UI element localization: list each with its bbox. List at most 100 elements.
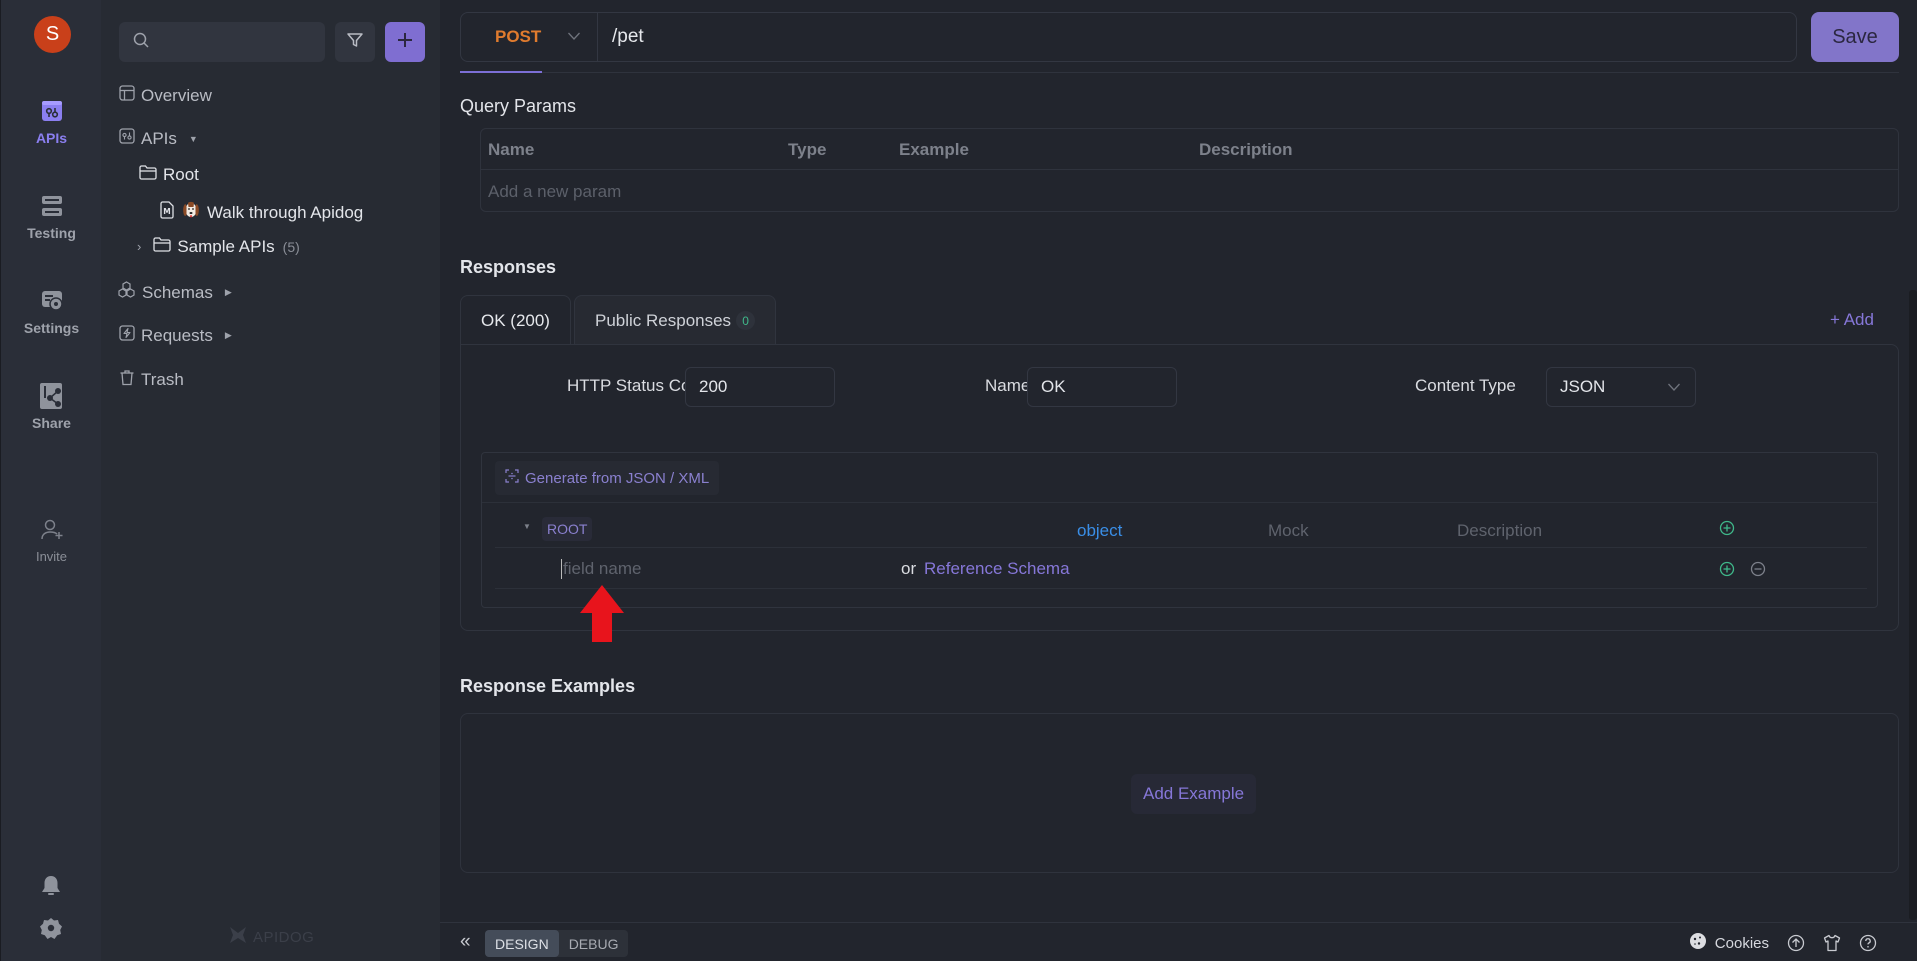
gear-icon[interactable] bbox=[39, 916, 63, 940]
content-type-select[interactable]: JSON bbox=[1546, 367, 1696, 407]
method-select[interactable]: POST bbox=[461, 13, 598, 61]
caret-down-icon[interactable]: ▼ bbox=[523, 522, 531, 531]
tree-item-sample-apis[interactable]: › Sample APIs (5) bbox=[137, 236, 300, 257]
upload-icon[interactable] bbox=[1787, 934, 1805, 952]
requests-icon bbox=[119, 325, 135, 346]
invite-user-icon bbox=[39, 517, 65, 543]
name-label: Name bbox=[985, 376, 1031, 395]
tree-item-requests[interactable]: Requests ▶ bbox=[119, 325, 232, 346]
new-item-button[interactable] bbox=[385, 22, 425, 62]
main-panel: POST Save Query Params Name Type Example… bbox=[440, 0, 1917, 961]
tree-item-apis[interactable]: APIs ▼ bbox=[119, 128, 198, 149]
field-name-input[interactable] bbox=[561, 559, 861, 579]
root-type-select[interactable]: object bbox=[1077, 521, 1122, 541]
tree-item-label: Schemas bbox=[142, 282, 213, 302]
or-label: or bbox=[901, 559, 917, 578]
caret-right-icon[interactable]: ▶ bbox=[225, 330, 232, 341]
chevron-down-icon bbox=[567, 28, 581, 46]
dog-emoji-icon bbox=[181, 200, 201, 225]
search-box[interactable] bbox=[119, 22, 327, 62]
status-right-group: Cookies bbox=[1689, 932, 1877, 954]
tree-item-label: Sample APIs bbox=[177, 236, 275, 256]
name-field[interactable] bbox=[1027, 367, 1177, 407]
settings-icon bbox=[39, 288, 65, 314]
rail-item-label: Invite bbox=[35, 549, 68, 564]
theme-shirt-icon[interactable] bbox=[1823, 934, 1841, 952]
apidog-logo-icon bbox=[227, 924, 249, 950]
folder-icon bbox=[139, 164, 157, 185]
add-child-icon[interactable] bbox=[1719, 520, 1735, 536]
column-header-name: Name bbox=[488, 140, 535, 159]
tree-item-trash[interactable]: Trash bbox=[119, 369, 184, 391]
bell-icon[interactable] bbox=[39, 874, 63, 898]
rail-item-apis[interactable]: APIs bbox=[1, 98, 102, 146]
tree-item-schemas[interactable]: Schemas ▶ bbox=[117, 281, 232, 304]
name-input[interactable] bbox=[1041, 377, 1176, 397]
rail-item-testing[interactable]: Testing bbox=[1, 193, 102, 241]
rail-item-settings[interactable]: Settings bbox=[1, 288, 102, 336]
description-field[interactable]: Description bbox=[1457, 521, 1542, 541]
folder-icon bbox=[153, 236, 171, 257]
status-code-input[interactable] bbox=[699, 377, 834, 397]
tree-item-label: Requests bbox=[141, 325, 213, 345]
tree-item-walk-through-apidog[interactable]: M Walk through Apidog bbox=[159, 200, 363, 225]
response-panel: HTTP Status Code Name Content Type JSON … bbox=[460, 344, 1899, 631]
rail-item-invite[interactable]: Invite bbox=[1, 517, 102, 564]
filter-icon bbox=[346, 31, 364, 54]
share-icon bbox=[39, 383, 65, 409]
content-type-label: Content Type bbox=[1415, 376, 1516, 395]
testing-icon bbox=[39, 193, 65, 219]
remove-field-icon[interactable] bbox=[1750, 561, 1766, 577]
column-header-description: Description bbox=[1199, 140, 1293, 159]
svg-text:M: M bbox=[163, 207, 170, 216]
tab-label: OK (200) bbox=[481, 310, 550, 330]
tree-item-label: Walk through Apidog bbox=[207, 202, 364, 222]
vertical-scrollbar[interactable] bbox=[1909, 290, 1917, 920]
rail-item-label: Settings bbox=[23, 320, 80, 336]
apis-folder-icon bbox=[119, 128, 135, 149]
generate-from-json-button[interactable]: Generate from JSON / XML bbox=[495, 461, 720, 495]
overview-icon bbox=[119, 85, 135, 106]
add-param-placeholder[interactable]: Add a new param bbox=[488, 182, 621, 202]
active-tab-indicator bbox=[460, 71, 542, 73]
mock-field[interactable]: Mock bbox=[1268, 521, 1309, 541]
api-tree-sidebar: Overview APIs ▼ Root M Walk through Apid… bbox=[101, 0, 440, 961]
brand-text: APIDOG bbox=[253, 928, 315, 946]
tree-item-overview[interactable]: Overview bbox=[119, 85, 212, 106]
mode-debug[interactable]: DEBUG bbox=[559, 930, 629, 957]
save-button[interactable]: Save bbox=[1811, 12, 1899, 62]
filter-button[interactable] bbox=[335, 22, 375, 62]
add-response-button[interactable]: + Add bbox=[1830, 310, 1874, 330]
help-icon[interactable] bbox=[1859, 934, 1877, 952]
trash-icon bbox=[119, 369, 135, 391]
user-avatar[interactable]: S bbox=[34, 16, 71, 53]
plus-icon bbox=[396, 31, 414, 54]
add-example-button[interactable]: Add Example bbox=[1131, 774, 1257, 814]
search-input[interactable] bbox=[157, 34, 327, 50]
cookies-label: Cookies bbox=[1714, 934, 1769, 952]
path-input[interactable] bbox=[598, 26, 1796, 48]
tree-item-label: Root bbox=[163, 164, 199, 184]
cookies-button[interactable]: Cookies bbox=[1689, 932, 1769, 954]
tab-ok-200[interactable]: OK (200) bbox=[460, 295, 571, 345]
reference-schema-link[interactable]: Reference Schema bbox=[924, 559, 1070, 579]
chevron-right-icon[interactable]: › bbox=[137, 239, 141, 254]
table-header: Name Type Example Description bbox=[481, 129, 1898, 170]
schema-root-row: ▼ ROOT object Mock Description bbox=[495, 508, 1867, 548]
mode-switch: DESIGN DEBUG bbox=[485, 930, 629, 957]
rail-item-share[interactable]: Share bbox=[1, 383, 102, 431]
schema-field-row: or Reference Schema bbox=[495, 549, 1867, 589]
mode-design[interactable]: DESIGN bbox=[485, 930, 559, 957]
tree-item-label: APIs bbox=[141, 128, 177, 148]
caret-right-icon[interactable]: ▶ bbox=[225, 287, 232, 298]
response-examples-box: Add Example bbox=[460, 713, 1899, 873]
tree-item-root[interactable]: Root bbox=[139, 164, 199, 185]
add-sibling-icon[interactable] bbox=[1719, 561, 1735, 577]
root-node-tag[interactable]: ROOT bbox=[542, 517, 593, 541]
caret-down-icon[interactable]: ▼ bbox=[189, 134, 198, 144]
collapse-sidebar-icon[interactable]: « bbox=[460, 931, 471, 953]
count-badge: 0 bbox=[736, 311, 756, 330]
tab-public-responses[interactable]: Public Responses 0 bbox=[573, 295, 777, 345]
status-code-field[interactable] bbox=[685, 367, 835, 407]
response-tabs: OK (200) Public Responses 0 bbox=[460, 295, 779, 345]
